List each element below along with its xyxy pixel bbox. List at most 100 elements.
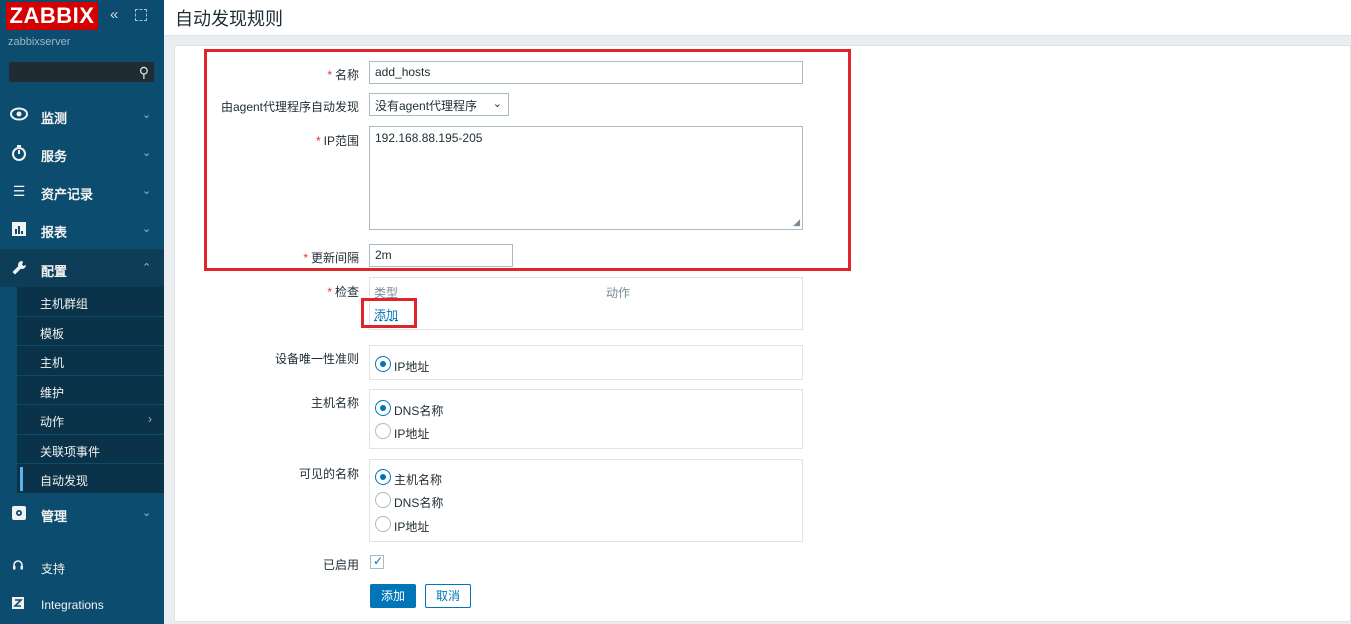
column-header-action: 动作	[606, 286, 631, 300]
update-interval-label: * 更新间隔	[183, 249, 359, 266]
nav-configuration[interactable]: 配置 ⌃	[0, 249, 164, 287]
radio-button[interactable]	[375, 423, 391, 439]
gear-icon	[10, 505, 28, 521]
ip-range-textarea[interactable]: 192.168.88.195-205 ◢	[369, 126, 803, 230]
visible-name-radio-group: 主机名称 DNS名称 IP地址	[369, 459, 803, 542]
integrations-icon	[12, 597, 24, 612]
search-input[interactable]: ⚲	[8, 61, 155, 83]
submenu-item-event-correlation[interactable]: 关联项事件	[17, 435, 164, 464]
chart-icon	[10, 221, 28, 237]
submenu-item-host-groups[interactable]: 主机群组	[17, 287, 164, 317]
proxy-label: 由agent代理程序自动发现	[220, 100, 359, 114]
host-name-radio-group: DNS名称 IP地址	[369, 389, 803, 449]
radio-button[interactable]	[375, 469, 391, 485]
nav-administration[interactable]: 管理 ⌄	[0, 494, 164, 532]
nav-integrations[interactable]: Integrations	[0, 587, 164, 621]
label-text: 名称	[334, 68, 359, 82]
submenu-label: 动作	[40, 415, 65, 429]
submenu-item-templates[interactable]: 模板	[17, 317, 164, 346]
radio-button[interactable]	[375, 400, 391, 416]
nav-label: 管理	[41, 509, 68, 524]
enabled-label: 已启用	[322, 558, 359, 572]
radio-button[interactable]	[375, 492, 391, 508]
resize-handle-icon[interactable]: ◢	[793, 217, 800, 228]
chevron-down-icon: ⌄	[142, 223, 152, 235]
radio-label: IP地址	[394, 427, 430, 441]
search-icon[interactable]: ⚲	[139, 64, 149, 80]
proxy-select[interactable]: 没有agent代理程序 ⌄	[369, 93, 509, 116]
radio-label: DNS名称	[394, 404, 444, 418]
required-marker: *	[303, 251, 308, 265]
check-icon: ✓	[373, 554, 384, 568]
config-submenu: 主机群组 模板 主机 维护 动作 › 关联项事件 自动发现	[17, 287, 164, 494]
headset-icon	[12, 559, 24, 574]
nav-label: Integrations	[41, 598, 104, 612]
nav-label: 监测	[41, 111, 68, 126]
required-marker: *	[327, 285, 332, 299]
visible-name-label: 可见的名称	[298, 467, 359, 481]
chevron-down-icon: ⌄	[142, 147, 152, 159]
nav-label: 配置	[41, 264, 68, 279]
nav-label: 服务	[41, 149, 68, 164]
nav-reports[interactable]: 报表 ⌄	[0, 210, 164, 248]
list-icon: ☰	[12, 183, 26, 199]
nav-label: 资产记录	[41, 187, 94, 202]
checks-label: * 检查	[183, 283, 359, 300]
submenu-label: 自动发现	[40, 474, 89, 488]
label-text: IP范围	[323, 134, 359, 148]
chevron-down-icon: ⌄	[142, 507, 152, 519]
submenu-item-maintenance[interactable]: 维护	[17, 376, 164, 405]
name-input[interactable]: add_hosts	[369, 61, 803, 84]
submit-add-button[interactable]: 添加	[370, 584, 417, 608]
submenu-label: 维护	[40, 385, 65, 400]
radio-button[interactable]	[375, 516, 391, 532]
submenu-item-hosts[interactable]: 主机	[17, 346, 164, 376]
logo-row: ZABBIX «	[0, 0, 164, 32]
submenu-item-discovery[interactable]: 自动发现	[17, 464, 164, 494]
radio-label: IP地址	[394, 520, 430, 534]
proxy-select-value: 没有agent代理程序	[375, 99, 478, 113]
wrench-icon	[10, 260, 28, 276]
required-marker: *	[315, 134, 321, 148]
add-check-link[interactable]: 添加	[374, 306, 398, 323]
collapse-sidebar-icon[interactable]: «	[110, 7, 118, 22]
required-marker: *	[327, 68, 332, 82]
page-header: 自动发现规则	[164, 0, 1351, 36]
chevron-right-icon: ›	[148, 412, 152, 426]
nav-services[interactable]: 服务 ⌄	[0, 134, 164, 172]
radio-label: 主机名称	[394, 473, 443, 487]
eye-icon	[10, 107, 28, 123]
page-title: 自动发现规则	[175, 9, 283, 29]
uniqueness-radio-group: IP地址	[369, 345, 803, 380]
submenu-item-actions[interactable]: 动作 ›	[17, 405, 164, 435]
checks-table: 类型 动作 添加	[369, 277, 803, 330]
cancel-button[interactable]: 取消	[425, 584, 472, 608]
submenu-label: 模板	[40, 326, 65, 341]
update-interval-input[interactable]: 2m	[369, 244, 513, 267]
enabled-checkbox[interactable]: ✓	[370, 554, 384, 569]
label-text: 更新间隔	[310, 251, 359, 265]
submenu-label: 主机	[40, 356, 65, 370]
ip-range-label: * IP范围	[183, 132, 359, 149]
chevron-down-icon: ⌄	[492, 98, 502, 110]
nav-monitoring[interactable]: 监测 ⌄	[0, 96, 164, 134]
label-text: 检查	[334, 285, 359, 299]
kiosk-mode-icon[interactable]	[135, 9, 147, 21]
server-name: zabbixserver	[8, 36, 71, 48]
name-label: * 名称	[183, 66, 359, 83]
nav-label: 支持	[41, 562, 66, 576]
ip-range-value: 192.168.88.195-205	[375, 131, 483, 145]
chevron-down-icon: ⌄	[142, 185, 152, 197]
column-header-type: 类型	[374, 286, 399, 300]
clock-icon	[10, 145, 28, 161]
radio-label: IP地址	[394, 360, 430, 374]
host-name-label: 主机名称	[310, 396, 359, 410]
radio-label: DNS名称	[394, 496, 444, 510]
submenu-label: 主机群组	[40, 297, 89, 311]
nav-inventory[interactable]: ☰ 资产记录 ⌄	[0, 172, 164, 210]
nav-support[interactable]: 支持	[0, 549, 164, 583]
sidebar: ZABBIX « zabbixserver ⚲ 监测 ⌄ 服务 ⌄ ☰ 资产记录…	[0, 0, 164, 624]
chevron-down-icon: ⌄	[142, 109, 152, 121]
zabbix-logo[interactable]: ZABBIX	[6, 2, 98, 30]
radio-button[interactable]	[375, 356, 391, 372]
